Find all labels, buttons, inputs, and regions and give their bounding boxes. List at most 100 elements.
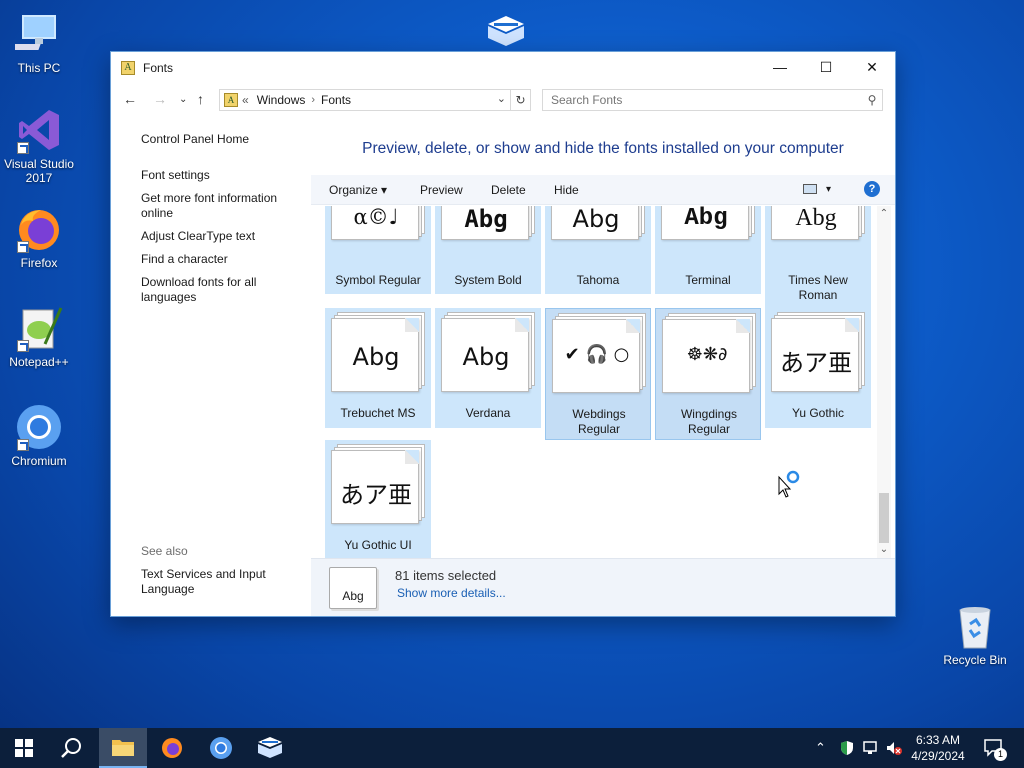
show-hidden-icons[interactable]: ⌃ — [815, 728, 826, 768]
scroll-up-icon[interactable]: ⌃ — [877, 208, 891, 219]
start-button[interactable] — [0, 728, 48, 768]
breadcrumb-windows[interactable]: Windows — [257, 93, 306, 107]
font-tile[interactable]: Abg Trebuchet MS — [325, 308, 431, 428]
font-name: Verdana — [465, 406, 511, 420]
desktop-icon-app-partial[interactable] — [484, 14, 528, 50]
link-control-panel-home[interactable]: Control Panel Home — [141, 132, 301, 147]
shortcut-arrow-icon — [17, 340, 29, 352]
font-tile[interactable]: Abg Times New Roman — [765, 206, 871, 310]
clock-time: 6:33 AM — [915, 733, 961, 747]
firefox-icon — [162, 738, 182, 758]
chromium-icon — [15, 403, 63, 451]
app-box-icon — [488, 16, 524, 46]
font-file-icon: Abg — [329, 567, 377, 609]
security-shield-icon[interactable] — [839, 728, 855, 768]
scrollbar-thumb[interactable] — [879, 493, 889, 543]
back-arrow-icon[interactable]: ← — [123, 91, 137, 107]
desktop-icon-this-pc[interactable]: This PC — [0, 10, 78, 75]
font-name: Yu Gothic — [791, 406, 845, 420]
taskbar-app-box[interactable] — [246, 728, 294, 768]
view-dropdown-icon[interactable]: ▾ — [826, 184, 831, 195]
font-tile[interactable]: あア亜 Yu Gothic UI — [325, 440, 431, 559]
search-icon — [61, 738, 81, 758]
scroll-down-icon[interactable]: ⌄ — [877, 544, 891, 555]
shortcut-arrow-icon — [17, 142, 29, 154]
network-icon[interactable] — [862, 728, 880, 768]
delete-button[interactable]: Delete — [491, 183, 526, 197]
left-pane: Control Panel Home Font settings Get mor… — [111, 122, 311, 616]
search-icon[interactable]: ⚲ — [862, 93, 882, 107]
vertical-scrollbar[interactable]: ⌃ ⌄ — [877, 206, 891, 559]
desktop-icon-recycle-bin[interactable]: Recycle Bin — [938, 604, 1012, 667]
desktop-icon-label: This PC — [17, 61, 61, 75]
link-download-fonts[interactable]: Download fonts for all languages — [141, 275, 301, 305]
font-sample: あア亜 — [780, 349, 852, 377]
font-tile[interactable]: あア亜 Yu Gothic — [765, 308, 871, 428]
desktop-icon-label: Chromium — [11, 454, 67, 468]
hide-button[interactable]: Hide — [554, 183, 579, 197]
close-button[interactable]: ✕ — [849, 52, 895, 82]
desktop-icon-chromium[interactable]: Chromium — [0, 403, 78, 468]
desktop-icon-visual-studio[interactable]: Visual Studio 2017 — [0, 106, 78, 185]
command-bar: Organize ▾ Preview Delete Hide ▾ ? — [311, 175, 895, 205]
font-sample: あア亜 — [340, 481, 412, 509]
up-arrow-icon[interactable]: ↑ — [197, 91, 204, 107]
help-icon[interactable]: ? — [864, 181, 880, 197]
maximize-button[interactable]: ☐ — [803, 52, 849, 82]
forward-arrow-icon[interactable]: → — [153, 91, 167, 107]
fonts-folder-icon: A — [121, 60, 135, 75]
minimize-button[interactable]: — — [757, 52, 803, 82]
breadcrumb-separator-icon: › — [311, 94, 316, 106]
link-text-services[interactable]: Text Services and Input Language — [141, 567, 301, 597]
link-font-settings[interactable]: Font settings — [141, 168, 301, 183]
fonts-folder-icon: A — [224, 93, 238, 107]
link-find-character[interactable]: Find a character — [141, 252, 301, 267]
refresh-icon[interactable]: ↻ — [510, 90, 530, 110]
address-dropdown-icon[interactable]: ⌄ — [497, 92, 506, 105]
font-sample: Abg — [462, 343, 510, 371]
link-adjust-cleartype[interactable]: Adjust ClearType text — [141, 229, 301, 244]
font-tile[interactable]: α©♩ Symbol Regular — [325, 206, 431, 294]
desktop-icon-firefox[interactable]: Firefox — [0, 205, 78, 270]
font-sample: Abg — [795, 206, 837, 231]
taskbar-file-explorer[interactable] — [99, 728, 147, 768]
font-name: System Bold — [454, 273, 522, 287]
preview-button[interactable]: Preview — [420, 183, 463, 197]
address-overflow[interactable]: « — [242, 93, 249, 107]
font-tile[interactable]: Abg Verdana — [435, 308, 541, 428]
font-tile[interactable]: Abg Tahoma — [545, 206, 651, 294]
see-also-header: See also — [141, 544, 188, 558]
fonts-window: A Fonts — ☐ ✕ ← → ⌄ ↑ A « Windows › Font… — [110, 51, 896, 617]
search-input[interactable] — [543, 93, 862, 107]
recent-locations-chevron-icon[interactable]: ⌄ — [179, 94, 187, 105]
breadcrumb-fonts[interactable]: Fonts — [321, 93, 351, 107]
title-bar[interactable]: A Fonts — ☐ ✕ — [111, 52, 895, 83]
system-clock[interactable]: 6:33 AM 4/29/2024 — [900, 732, 976, 764]
link-more-font-info[interactable]: Get more font information online — [141, 191, 301, 221]
desktop-icon-label: Notepad++ — [9, 355, 69, 369]
chevron-up-icon[interactable]: ⌃ — [815, 740, 826, 756]
organize-button[interactable]: Organize ▾ — [329, 183, 387, 197]
font-name: Terminal — [685, 273, 731, 287]
font-tile[interactable]: Abg Terminal — [655, 206, 761, 294]
search-box[interactable]: ⚲ — [542, 89, 883, 111]
desktop-icon-label: Firefox — [20, 256, 58, 270]
taskbar-chromium[interactable] — [197, 728, 245, 768]
font-tile[interactable]: Abg System Bold — [435, 206, 541, 294]
font-tile[interactable]: ☸❋∂ Wingdings Regular — [655, 308, 761, 440]
computer-icon — [10, 10, 63, 58]
taskbar-firefox[interactable] — [148, 728, 196, 768]
font-name: Times New Roman — [788, 273, 848, 302]
show-more-details-link[interactable]: Show more details... — [397, 586, 506, 600]
font-sample: Abg — [572, 206, 620, 233]
busy-cursor-icon — [778, 470, 804, 498]
selection-count: 81 items selected — [395, 568, 497, 583]
font-tile[interactable]: ✔ 🎧 ○ Webdings Regular — [545, 308, 651, 440]
search-button[interactable] — [48, 728, 96, 768]
desktop-icon-notepad-plus-plus[interactable]: Notepad++ — [0, 304, 78, 369]
font-name: Wingdings Regular — [680, 407, 738, 436]
change-view-icon[interactable] — [803, 184, 817, 194]
address-bar[interactable]: A « Windows › Fonts ⌄ ↻ — [219, 89, 531, 111]
taskbar: ⌃ 6:33 AM 4/29/2024 1 — [0, 728, 1024, 768]
action-center-button[interactable]: 1 — [984, 728, 1007, 768]
